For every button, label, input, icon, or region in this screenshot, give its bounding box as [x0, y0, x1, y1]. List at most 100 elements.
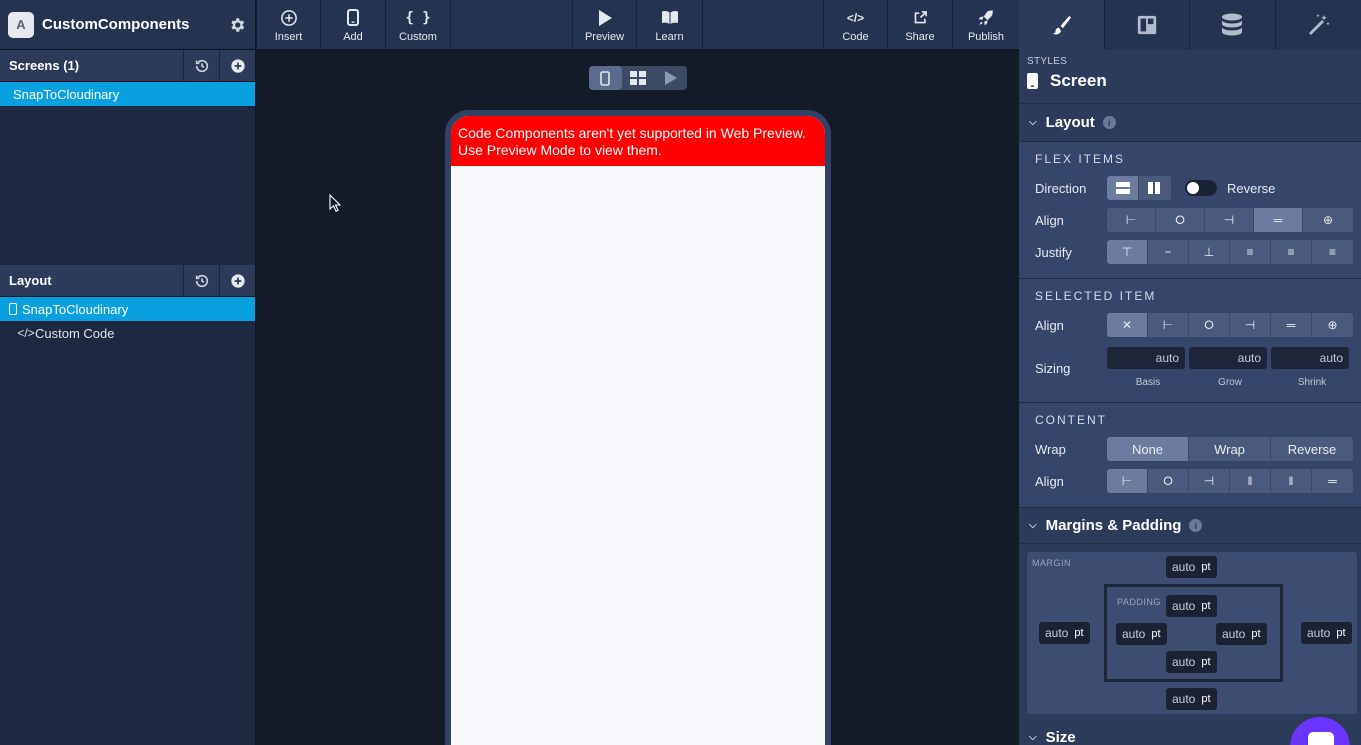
styles-caption: STYLES — [1027, 56, 1068, 67]
view-toggle — [589, 66, 687, 90]
app-title: CustomComponents — [42, 16, 190, 33]
justify-space-around-icon[interactable]: ≡ — [1271, 240, 1312, 264]
align-stretch-icon[interactable]: ═ — [1271, 313, 1312, 337]
code-button[interactable]: </> Code — [823, 0, 888, 50]
add-component-icon[interactable] — [219, 265, 255, 296]
content-align-end-icon[interactable]: ⊣ — [1189, 469, 1230, 493]
info-icon[interactable]: i — [1189, 519, 1203, 532]
selected-align-label: Align — [1035, 317, 1064, 333]
align-center-icon[interactable]: ⭘ — [1189, 313, 1230, 337]
braces-icon: { } — [405, 9, 431, 26]
magic-wand-tab-icon[interactable] — [1276, 0, 1361, 50]
sizing-row: Sizing auto Basis auto Grow auto Shrink — [1035, 347, 1353, 388]
wrap-wrap-option[interactable]: Wrap — [1189, 437, 1271, 461]
basis-input[interactable]: auto — [1107, 347, 1185, 369]
padding-right-input[interactable]: auto pt — [1216, 623, 1267, 645]
content-stretch-icon[interactable]: ═ — [1312, 469, 1353, 493]
padding-bottom-input[interactable]: auto pt — [1166, 651, 1217, 673]
wrap-reverse-option[interactable]: Reverse — [1271, 437, 1353, 461]
value-text: auto — [1122, 627, 1146, 641]
add-button[interactable]: Add — [321, 0, 386, 50]
align-none-icon[interactable]: ✕ — [1107, 313, 1148, 337]
share-button[interactable]: Share — [888, 0, 953, 50]
play-view-icon[interactable] — [654, 66, 687, 90]
publish-button[interactable]: Publish — [953, 0, 1019, 50]
insert-button[interactable]: Insert — [257, 0, 321, 50]
margin-bottom-input[interactable]: auto pt — [1166, 688, 1217, 710]
add-label: Add — [343, 30, 363, 43]
padding-top-input[interactable]: auto pt — [1166, 595, 1217, 617]
content-caption: CONTENT — [1035, 413, 1107, 427]
properties-panel: STYLES Screen ⌵ Layout i FLEX ITEMS Dire… — [1019, 0, 1361, 745]
history-icon[interactable] — [183, 50, 219, 81]
content-align-start-icon[interactable]: ⊢ — [1107, 469, 1148, 493]
grow-caption: Grow — [1218, 377, 1242, 388]
insert-label: Insert — [274, 30, 303, 43]
align-start-icon[interactable]: ⊢ — [1107, 208, 1156, 232]
justify-label: Justify — [1035, 244, 1072, 260]
chevron-down-icon: ⌵ — [1029, 520, 1037, 531]
content-align-label: Align — [1035, 473, 1064, 489]
align-end-icon[interactable]: ⊣ — [1230, 313, 1271, 337]
custom-button[interactable]: { } Custom — [386, 0, 451, 50]
app-logo[interactable]: A — [8, 11, 34, 38]
direction-row-icon[interactable] — [1139, 176, 1171, 200]
grid-view-icon[interactable] — [622, 66, 655, 90]
unit-text: pt — [1201, 600, 1211, 612]
phone-view-icon[interactable] — [589, 66, 622, 90]
gear-icon[interactable] — [227, 15, 247, 35]
chevron-down-icon: ⌵ — [1029, 117, 1037, 128]
justify-end-icon[interactable]: ⊥ — [1189, 240, 1230, 264]
wrap-segment: None Wrap Reverse — [1107, 437, 1353, 461]
content-space-between-icon[interactable]: ‖ — [1230, 469, 1271, 493]
justify-start-icon[interactable]: ⊤ — [1107, 240, 1148, 264]
align-stretch-icon[interactable]: ═ — [1254, 208, 1303, 232]
screen-heading: Screen — [1027, 71, 1353, 91]
direction-column-icon[interactable] — [1107, 176, 1139, 200]
code-icon: </> — [846, 10, 865, 25]
canvas[interactable]: Code Components aren't yet supported in … — [257, 50, 1019, 745]
justify-center-icon[interactable]: − — [1148, 240, 1189, 264]
grow-input[interactable]: auto — [1189, 347, 1267, 369]
direction-segment — [1107, 176, 1171, 200]
sizing-shrink: auto Shrink — [1271, 347, 1353, 388]
content-space-around-icon[interactable]: ‖ — [1271, 469, 1312, 493]
align-end-icon[interactable]: ⊣ — [1205, 208, 1254, 232]
justify-space-evenly-icon[interactable]: ≡ — [1312, 240, 1353, 264]
shrink-input[interactable]: auto — [1271, 347, 1349, 369]
publish-label: Publish — [967, 30, 1005, 43]
align-baseline-icon[interactable]: ⊕ — [1312, 313, 1353, 337]
align-center-icon[interactable]: ⭘ — [1156, 208, 1205, 232]
reverse-toggle[interactable] — [1185, 180, 1217, 196]
layout-item-custom-code[interactable]: </> Custom Code — [0, 321, 255, 345]
margin-top-input[interactable]: auto pt — [1166, 556, 1217, 578]
justify-space-between-icon[interactable]: ≡ — [1230, 240, 1271, 264]
margin-left-input[interactable]: auto pt — [1039, 622, 1090, 644]
info-icon[interactable]: i — [1102, 116, 1116, 129]
styles-tab-brush-icon[interactable] — [1019, 0, 1105, 50]
reverse-label: Reverse — [1227, 180, 1276, 196]
margins-section-header[interactable]: ⌵ Margins & Padding i — [1019, 508, 1361, 544]
align-baseline-icon[interactable]: ⊕ — [1303, 208, 1353, 232]
phone-frame[interactable]: Code Components aren't yet supported in … — [445, 110, 831, 745]
screen-item[interactable]: SnapToCloudinary — [0, 82, 255, 106]
shrink-caption: Shrink — [1297, 377, 1327, 388]
code-components-warning: Code Components aren't yet supported in … — [451, 116, 825, 166]
content-align-center-icon[interactable]: ⭘ — [1148, 469, 1189, 493]
wrap-none-option[interactable]: None — [1107, 437, 1189, 461]
code-label: Code — [842, 30, 869, 43]
learn-button[interactable]: Learn — [637, 0, 703, 50]
custom-label: Custom — [399, 30, 437, 43]
history-icon[interactable] — [183, 265, 219, 296]
align-start-icon[interactable]: ⊢ — [1148, 313, 1189, 337]
preview-button[interactable]: Preview — [572, 0, 637, 50]
layout-tab-icon[interactable] — [1105, 0, 1190, 50]
layout-section-header[interactable]: ⌵ Layout i — [1019, 104, 1361, 142]
layout-item-screen[interactable]: SnapToCloudinary — [0, 297, 255, 321]
padding-left-input[interactable]: auto pt — [1116, 623, 1167, 645]
add-screen-icon[interactable] — [219, 50, 255, 81]
margin-right-input[interactable]: auto pt — [1301, 622, 1352, 644]
align-label: Align — [1035, 212, 1064, 228]
database-tab-icon[interactable] — [1190, 0, 1276, 50]
sizing-grow: auto Grow — [1189, 347, 1271, 388]
